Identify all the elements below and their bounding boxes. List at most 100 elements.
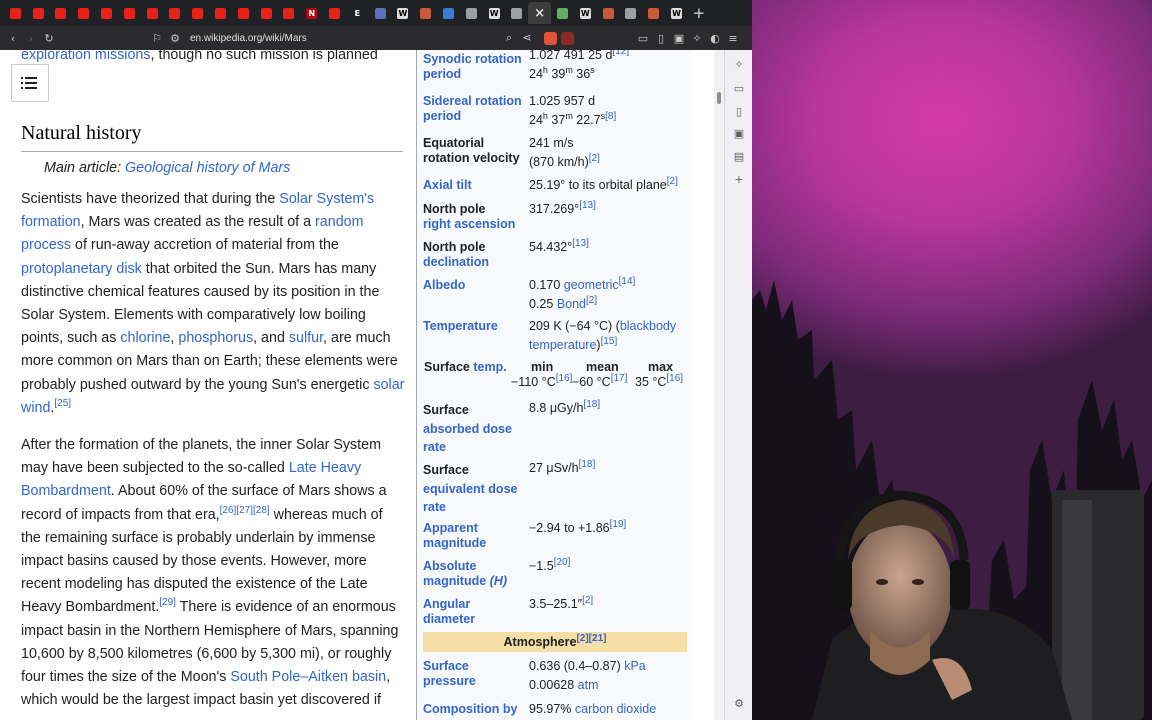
browser-tab[interactable] [27,2,50,24]
forward-icon[interactable]: › [22,32,40,45]
settings-icon[interactable]: ⚙ [731,697,747,713]
label-link[interactable]: equivalent dose rate [423,482,517,515]
browser-tab[interactable] [620,2,643,24]
shield-icon[interactable] [544,31,557,45]
citation-link[interactable]: [12] [612,50,629,57]
citation-link[interactable]: [2] [589,152,600,163]
browser-tab[interactable] [506,2,529,24]
article-link[interactable]: protoplanetary disk [21,261,142,277]
article-link[interactable]: South Pole–Aitken basin [230,669,386,685]
label-italic[interactable]: (H) [490,574,507,588]
citation-link[interactable]: [29] [159,598,176,609]
bookmarks-icon[interactable]: ▯ [731,105,747,121]
citation-link[interactable]: [16] [556,373,573,384]
label-link[interactable]: declination [423,255,489,269]
citation-link[interactable]: [20] [554,557,571,568]
add-panel-icon[interactable]: + [731,173,747,189]
article-link[interactable]: phosphorus [178,330,253,346]
article-link[interactable]: sulfur [289,330,323,346]
browser-tab[interactable] [186,2,209,24]
profile-icon[interactable]: ◐ [706,32,724,45]
browser-tab[interactable]: N [300,2,323,24]
label-link[interactable]: Axial tilt [423,178,472,192]
url-text[interactable]: en.wikipedia.org/wiki/Mars [190,33,307,44]
browser-tab[interactable] [4,2,27,24]
citation-link[interactable]: [13] [572,238,589,249]
link-geological-history[interactable]: Geological history of Mars [125,160,290,176]
value-link[interactable]: atm [578,678,599,692]
citation-link[interactable]: [25] [54,398,71,409]
browser-tab[interactable] [437,2,460,24]
browser-tab[interactable] [255,2,278,24]
bookmark-icon[interactable]: ⚐ [148,32,166,45]
label-link[interactable]: Angular diameter [423,597,475,626]
label-link[interactable]: Absolute magnitude [423,559,486,588]
label-link[interactable]: Surface pressure [423,659,476,688]
citation-link[interactable]: [2] [586,294,597,305]
browser-tab[interactable] [278,2,301,24]
browser-tab[interactable] [597,2,620,24]
back-icon[interactable]: ‹ [4,32,22,45]
browser-tab[interactable]: W [665,2,688,24]
reading-list-icon[interactable]: ▭ [731,82,747,98]
citation-link[interactable]: [15] [601,335,618,346]
wallet-icon[interactable]: ▯ [652,32,670,45]
citation-link[interactable]: [19] [610,519,627,530]
browser-tab[interactable] [642,2,665,24]
article-link[interactable]: chlorine [120,330,170,346]
browser-tab[interactable] [414,2,437,24]
label-link[interactable]: Albedo [423,278,465,292]
citation-link[interactable]: [8] [605,110,616,121]
wallet-icon[interactable]: ▤ [731,150,747,166]
browser-tab[interactable] [209,2,232,24]
browser-tab[interactable] [141,2,164,24]
share-icon[interactable]: ⋖ [518,31,536,45]
browser-tab[interactable] [369,2,392,24]
label-link[interactable]: Apparent magnitude [423,521,486,550]
citation-link[interactable]: [17] [611,373,628,384]
label-link[interactable]: Synodic rotation period [423,52,522,81]
label-link[interactable]: absorbed dose rate [423,422,512,455]
value-link[interactable]: Bond [557,297,586,311]
citation-link[interactable]: [16] [666,373,683,384]
value-link[interactable]: geometric [564,278,619,292]
browser-tab[interactable]: × [528,2,552,24]
alert-icon[interactable] [561,31,574,45]
label-link[interactable]: Temperature [423,319,498,333]
table-of-contents-button[interactable] [11,64,49,102]
extensions-icon[interactable]: ✧ [688,32,706,45]
browser-tab[interactable] [95,2,118,24]
page-scrollbar[interactable] [714,50,724,720]
scroll-thumb[interactable] [717,92,721,104]
citation-link[interactable]: [2] [667,176,678,187]
label-link[interactable]: temp. [473,360,506,374]
citation-link[interactable]: [13] [579,200,596,211]
new-tab-icon[interactable]: + [688,4,710,22]
zoom-icon[interactable]: ⌕ [500,31,518,45]
browser-tab[interactable]: W [392,2,415,24]
address-bar[interactable]: ⚐ ⚙ en.wikipedia.org/wiki/Mars ⌕ ⋖ [76,29,536,47]
value-link[interactable]: carbon dioxide [575,702,656,716]
browser-tab[interactable]: W [483,2,506,24]
menu-icon[interactable]: ≡ [724,32,742,45]
label-link[interactable]: Composition by [423,702,517,716]
citation-link[interactable]: [14] [619,276,636,287]
browser-tab[interactable] [551,2,574,24]
browser-tab[interactable] [323,2,346,24]
label-link[interactable]: Sidereal rotation period [423,94,522,123]
citation-link[interactable]: [2][21] [576,633,606,644]
reader-icon[interactable]: ▣ [670,32,688,45]
label-link[interactable]: right ascension [423,217,515,231]
site-info-icon[interactable]: ⚙ [166,32,184,45]
browser-tab[interactable] [164,2,187,24]
citation-link[interactable]: [18] [579,459,596,470]
history-icon[interactable]: ▣ [731,127,747,143]
browser-tab[interactable] [232,2,255,24]
browser-tab[interactable]: W [574,2,597,24]
ai-assistant-icon[interactable]: ✧ [731,58,747,74]
browser-tab[interactable] [50,2,73,24]
citation-link[interactable]: [18] [583,399,600,410]
reload-icon[interactable]: ↻ [40,32,58,45]
citation-link[interactable]: [2] [582,595,593,606]
browser-tab[interactable] [72,2,95,24]
